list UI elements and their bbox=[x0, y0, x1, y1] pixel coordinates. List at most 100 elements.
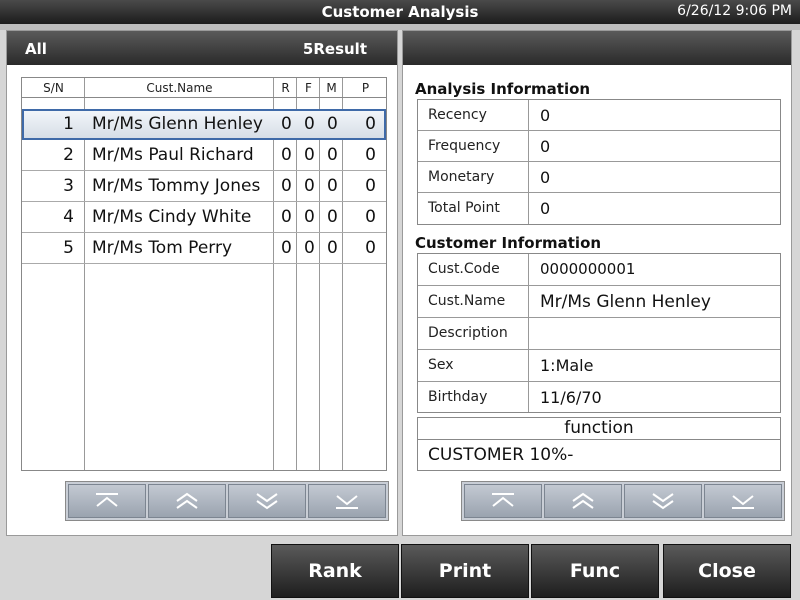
customer-table: S/N Cust.Name R F M P 1 Mr/Ms Glenn Henl… bbox=[21, 77, 387, 471]
result-count: 5Result bbox=[302, 40, 367, 58]
customer-row-birthday: Birthday 11/6/70 bbox=[418, 382, 780, 412]
table-row[interactable]: 4 Mr/Ms Cindy White 0 0 0 0 bbox=[22, 202, 386, 233]
field-value: 0000000001 bbox=[540, 260, 636, 278]
list-page-down-button[interactable] bbox=[228, 484, 306, 518]
field-value: 0 bbox=[540, 168, 551, 187]
field-label: Sex bbox=[428, 357, 454, 373]
detail-page-up-button[interactable] bbox=[544, 484, 622, 518]
function-box: function CUSTOMER 10%- bbox=[417, 417, 781, 471]
field-label: Cust.Code bbox=[428, 261, 500, 277]
detail-page-down-button[interactable] bbox=[624, 484, 702, 518]
list-page-up-button[interactable] bbox=[148, 484, 226, 518]
header-sn[interactable]: S/N bbox=[22, 81, 85, 95]
field-value: 11/6/70 bbox=[540, 388, 602, 407]
row-r: 0 bbox=[281, 207, 292, 227]
row-m: 0 bbox=[327, 114, 338, 134]
customer-row-description: Description bbox=[418, 318, 780, 350]
row-sn: 4 bbox=[63, 207, 74, 227]
row-m: 0 bbox=[327, 238, 338, 258]
field-label: Description bbox=[428, 325, 508, 341]
analysis-table: Recency 0 Frequency 0 Monetary 0 Total Poin… bbox=[417, 99, 781, 225]
row-name: Mr/Ms Tommy Jones bbox=[92, 176, 261, 196]
function-value: CUSTOMER 10%- bbox=[428, 445, 574, 465]
detail-last-page-button[interactable] bbox=[704, 484, 782, 518]
row-p: 0 bbox=[365, 176, 376, 196]
print-button[interactable]: Print bbox=[401, 544, 529, 598]
row-r: 0 bbox=[281, 114, 292, 134]
analysis-section-title: Analysis Information bbox=[415, 80, 591, 98]
list-first-page-button[interactable] bbox=[68, 484, 146, 518]
header-p[interactable]: P bbox=[343, 81, 388, 95]
analysis-row-frequency: Frequency 0 bbox=[418, 131, 780, 162]
row-name: Mr/Ms Tom Perry bbox=[92, 238, 233, 258]
first-page-icon bbox=[96, 493, 118, 507]
list-panel-header: All 5Result bbox=[7, 31, 397, 65]
field-label: Recency bbox=[428, 107, 487, 123]
last-page-icon bbox=[732, 495, 754, 509]
detail-first-page-button[interactable] bbox=[464, 484, 542, 518]
field-value: 0 bbox=[540, 137, 551, 156]
table-row[interactable]: 3 Mr/Ms Tommy Jones 0 0 0 0 bbox=[22, 171, 386, 202]
list-pager bbox=[65, 481, 389, 521]
row-name: Mr/Ms Cindy White bbox=[92, 207, 252, 227]
page-down-icon bbox=[652, 493, 674, 510]
row-p: 0 bbox=[365, 114, 376, 134]
customer-row-name: Cust.Name Mr/Ms Glenn Henley bbox=[418, 286, 780, 318]
last-page-icon bbox=[336, 495, 358, 509]
row-f: 0 bbox=[304, 114, 315, 134]
row-f: 0 bbox=[304, 207, 315, 227]
row-m: 0 bbox=[327, 145, 338, 165]
field-label: Monetary bbox=[428, 169, 495, 185]
header-cust-name[interactable]: Cust.Name bbox=[85, 81, 274, 95]
row-r: 0 bbox=[281, 176, 292, 196]
first-page-icon bbox=[492, 493, 514, 507]
row-sn: 2 bbox=[63, 145, 74, 165]
header-r[interactable]: R bbox=[274, 81, 297, 95]
row-f: 0 bbox=[304, 176, 315, 196]
customer-row-code: Cust.Code 0000000001 bbox=[418, 254, 780, 286]
analysis-row-total-point: Total Point 0 bbox=[418, 193, 780, 224]
field-value: 0 bbox=[540, 199, 551, 218]
datetime: 6/26/12 9:06 PM bbox=[677, 3, 792, 19]
detail-pager bbox=[461, 481, 785, 521]
header-m[interactable]: M bbox=[320, 81, 343, 95]
table-row[interactable]: 1 Mr/Ms Glenn Henley 0 0 0 0 bbox=[22, 109, 386, 140]
analysis-row-monetary: Monetary 0 bbox=[418, 162, 780, 193]
list-last-page-button[interactable] bbox=[308, 484, 386, 518]
row-sn: 3 bbox=[63, 176, 74, 196]
row-sn: 1 bbox=[63, 114, 74, 134]
filter-label[interactable]: All bbox=[25, 40, 47, 58]
customer-info-table: Cust.Code 0000000001 Cust.Name Mr/Ms Glenn… bbox=[417, 253, 781, 413]
row-m: 0 bbox=[327, 176, 338, 196]
row-p: 0 bbox=[365, 207, 376, 227]
table-row[interactable]: 5 Mr/Ms Tom Perry 0 0 0 0 bbox=[22, 233, 386, 264]
field-label: Birthday bbox=[428, 389, 488, 405]
close-button[interactable]: Close bbox=[663, 544, 791, 598]
row-f: 0 bbox=[304, 238, 315, 258]
page-up-icon bbox=[176, 492, 198, 509]
field-value: 1:Male bbox=[540, 356, 594, 375]
table-row[interactable]: 2 Mr/Ms Paul Richard 0 0 0 0 bbox=[22, 140, 386, 171]
customer-section-title: Customer Information bbox=[415, 234, 602, 252]
customer-detail-panel: Analysis Information Recency 0 Frequency 0… bbox=[402, 30, 792, 536]
field-value: 0 bbox=[540, 106, 551, 125]
field-label: Cust.Name bbox=[428, 293, 506, 309]
field-value: Mr/Ms Glenn Henley bbox=[540, 292, 711, 312]
row-name: Mr/Ms Paul Richard bbox=[92, 145, 254, 165]
page-down-icon bbox=[256, 493, 278, 510]
header-f[interactable]: F bbox=[297, 81, 320, 95]
page-up-icon bbox=[572, 492, 594, 509]
func-button[interactable]: Func bbox=[531, 544, 659, 598]
rank-button[interactable]: Rank bbox=[271, 544, 399, 598]
function-label: function bbox=[418, 418, 780, 440]
row-f: 0 bbox=[304, 145, 315, 165]
row-p: 0 bbox=[365, 145, 376, 165]
field-label: Total Point bbox=[428, 200, 500, 216]
field-label: Frequency bbox=[428, 138, 501, 154]
analysis-row-recency: Recency 0 bbox=[418, 100, 780, 131]
row-sn: 5 bbox=[63, 238, 74, 258]
detail-panel-header bbox=[403, 31, 791, 65]
row-r: 0 bbox=[281, 145, 292, 165]
table-header: S/N Cust.Name R F M P bbox=[22, 78, 386, 98]
row-m: 0 bbox=[327, 207, 338, 227]
